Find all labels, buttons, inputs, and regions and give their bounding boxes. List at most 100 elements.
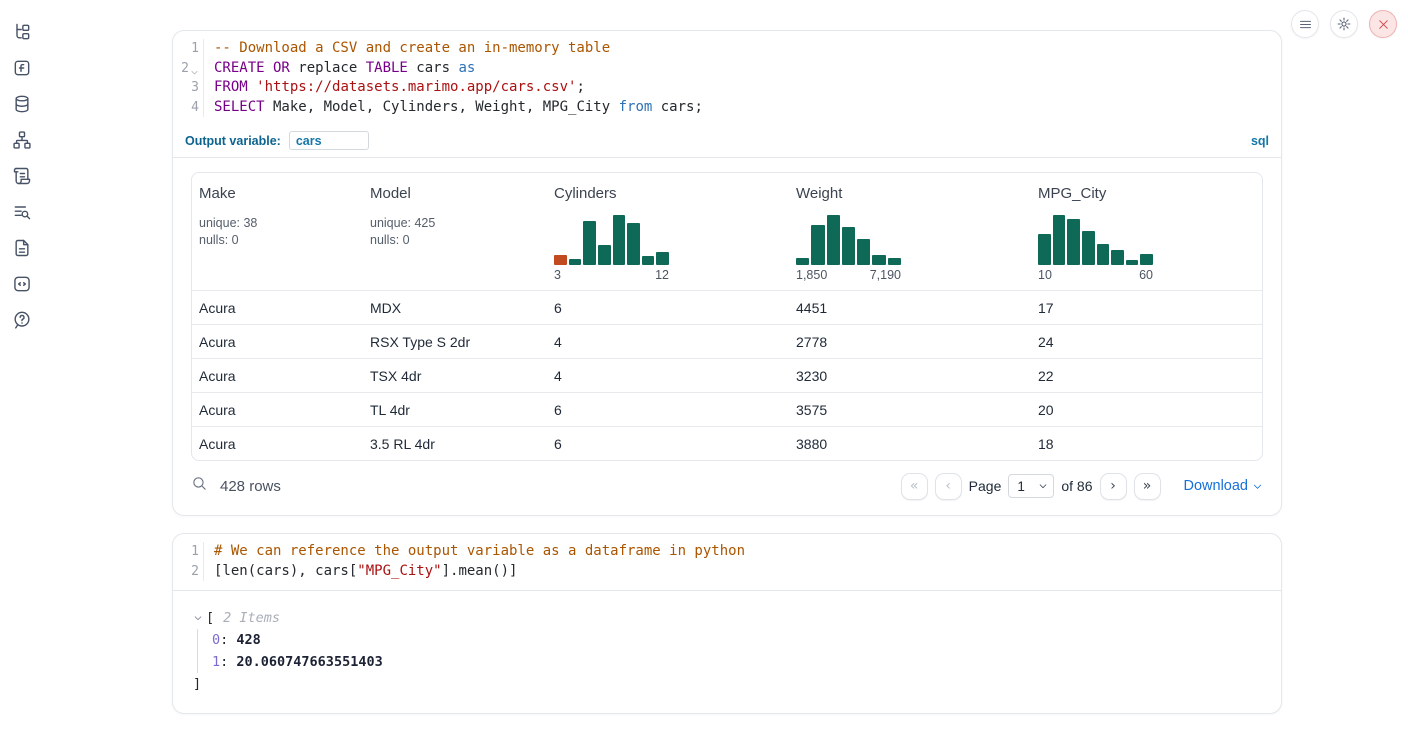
tree-entry: 1: 20.060747663551403 — [212, 651, 1263, 673]
first-page-button[interactable]: « — [901, 473, 928, 500]
page-select-value: 1 — [1017, 479, 1025, 494]
table-cell: 3880 — [789, 427, 1031, 460]
tree-root-row[interactable]: [ 2 Items — [193, 607, 1263, 629]
column-histogram: 1060 — [1038, 215, 1153, 282]
search-icon[interactable] — [191, 475, 208, 497]
column-header[interactable]: Cylinders312 — [547, 173, 789, 290]
dependency-graph-icon[interactable] — [12, 130, 32, 150]
column-header[interactable]: Modelunique: 425nulls: 0 — [363, 173, 547, 290]
column-header[interactable]: Makeunique: 38nulls: 0 — [192, 173, 363, 290]
code-line[interactable]: 1# We can reference the output variable … — [173, 542, 1281, 562]
python-output-tree: [ 2 Items 0: 4281: 20.060747663551403 ] — [173, 591, 1281, 713]
sidebar — [0, 0, 44, 729]
code-text: SELECT Make, Model, Cylinders, Weight, M… — [204, 98, 703, 118]
table-cell: 24 — [1031, 325, 1262, 358]
sql-cell: 1-- Download a CSV and create an in-memo… — [172, 30, 1282, 516]
settings-button[interactable] — [1330, 10, 1358, 38]
language-badge[interactable]: sql — [1251, 134, 1269, 148]
page-select[interactable]: 1 — [1008, 474, 1054, 498]
chevron-down-icon — [1038, 481, 1048, 491]
histogram-bar — [888, 258, 901, 265]
items-count-label: 2 Items — [223, 607, 280, 629]
menu-icon — [1298, 17, 1313, 32]
column-histogram: 1,8507,190 — [796, 215, 901, 282]
menu-button[interactable] — [1291, 10, 1319, 38]
column-header[interactable]: MPG_City 1060 — [1031, 173, 1262, 290]
line-number: 1 — [173, 39, 204, 59]
prev-page-button[interactable]: ‹ — [935, 473, 962, 500]
table-row[interactable]: AcuraTL 4dr6357520 — [192, 392, 1262, 426]
table-cell: Acura — [192, 325, 363, 358]
page-of-label: of 86 — [1061, 478, 1092, 494]
histogram-axis-labels: 1,8507,190 — [796, 268, 901, 282]
documentation-icon[interactable] — [12, 238, 32, 258]
table-cell: 6 — [547, 291, 789, 324]
file-tree-icon[interactable] — [12, 22, 32, 42]
column-header[interactable]: Weight1,8507,190 — [789, 173, 1031, 290]
code-line[interactable]: 2CREATE OR replace TABLE cars as — [173, 59, 1281, 79]
code-line[interactable]: 4SELECT Make, Model, Cylinders, Weight, … — [173, 98, 1281, 118]
outline-search-icon[interactable] — [12, 202, 32, 222]
sql-code-editor[interactable]: 1-- Download a CSV and create an in-memo… — [173, 31, 1281, 126]
table-cell: 4451 — [789, 291, 1031, 324]
output-variable-input[interactable] — [289, 131, 369, 150]
table-footer: 428 rows « ‹ Page 1 of 86 › » Download — [191, 469, 1263, 503]
line-number: 2 — [173, 562, 204, 582]
last-page-button[interactable]: » — [1134, 473, 1161, 500]
table-cell: 6 — [547, 393, 789, 426]
close-bracket: ] — [193, 673, 1263, 695]
table-cell: 20 — [1031, 393, 1262, 426]
next-page-button[interactable]: › — [1100, 473, 1127, 500]
database-icon[interactable] — [12, 94, 32, 114]
histogram-bar — [642, 256, 655, 265]
shutdown-button[interactable] — [1369, 10, 1397, 38]
table-cell: 4 — [547, 359, 789, 392]
fold-chevron-icon[interactable] — [190, 64, 199, 73]
histogram-bar — [842, 227, 855, 266]
table-row[interactable]: AcuraTSX 4dr4323022 — [192, 358, 1262, 392]
table-cell: MDX — [363, 291, 547, 324]
gear-icon — [1336, 16, 1352, 32]
help-icon[interactable] — [12, 310, 32, 330]
table-header-row: Makeunique: 38nulls: 0Modelunique: 425nu… — [192, 173, 1262, 290]
histogram-bar — [827, 215, 840, 265]
table-cell: 22 — [1031, 359, 1262, 392]
python-code-editor[interactable]: 1# We can reference the output variable … — [173, 534, 1281, 590]
table-row[interactable]: AcuraRSX Type S 2dr4277824 — [192, 324, 1262, 358]
histogram-bar — [656, 252, 669, 265]
tree-entry: 0: 428 — [212, 629, 1263, 651]
histogram-bar — [872, 255, 885, 265]
histogram-bar — [1097, 244, 1110, 265]
histogram-bar — [857, 239, 870, 265]
function-icon[interactable] — [12, 58, 32, 78]
histogram-bar — [796, 258, 809, 266]
histogram-bar — [613, 215, 626, 265]
logs-scroll-icon[interactable] — [12, 166, 32, 186]
table-cell: 3.5 RL 4dr — [363, 427, 547, 460]
notebook: 1-- Download a CSV and create an in-memo… — [172, 30, 1282, 714]
table-cell: 3575 — [789, 393, 1031, 426]
data-table: Makeunique: 38nulls: 0Modelunique: 425nu… — [191, 172, 1263, 461]
output-variable-label: Output variable: — [185, 134, 281, 148]
code-line[interactable]: 2[len(cars), cars["MPG_City"].mean()] — [173, 562, 1281, 582]
sql-cell-footer: Output variable: sql — [173, 126, 1281, 158]
table-row[interactable]: Acura3.5 RL 4dr6388018 — [192, 426, 1262, 460]
table-cell: Acura — [192, 393, 363, 426]
histogram-bar — [1111, 250, 1124, 265]
table-cell: 6 — [547, 427, 789, 460]
column-name: MPG_City — [1038, 185, 1254, 202]
line-number: 3 — [173, 78, 204, 98]
snippets-code-icon[interactable] — [12, 274, 32, 294]
download-button[interactable]: Download — [1184, 478, 1264, 494]
code-text: FROM 'https://datasets.marimo.app/cars.c… — [204, 78, 585, 98]
code-line[interactable]: 1-- Download a CSV and create an in-memo… — [173, 39, 1281, 59]
sql-output-area: Makeunique: 38nulls: 0Modelunique: 425nu… — [173, 158, 1281, 515]
histogram-axis-labels: 1060 — [1038, 268, 1153, 282]
table-cell: TSX 4dr — [363, 359, 547, 392]
table-row[interactable]: AcuraMDX6445117 — [192, 290, 1262, 324]
histogram-bar — [627, 223, 640, 266]
chevron-down-icon[interactable] — [193, 613, 203, 623]
table-cell: Acura — [192, 359, 363, 392]
table-cell: 18 — [1031, 427, 1262, 460]
code-line[interactable]: 3FROM 'https://datasets.marimo.app/cars.… — [173, 78, 1281, 98]
